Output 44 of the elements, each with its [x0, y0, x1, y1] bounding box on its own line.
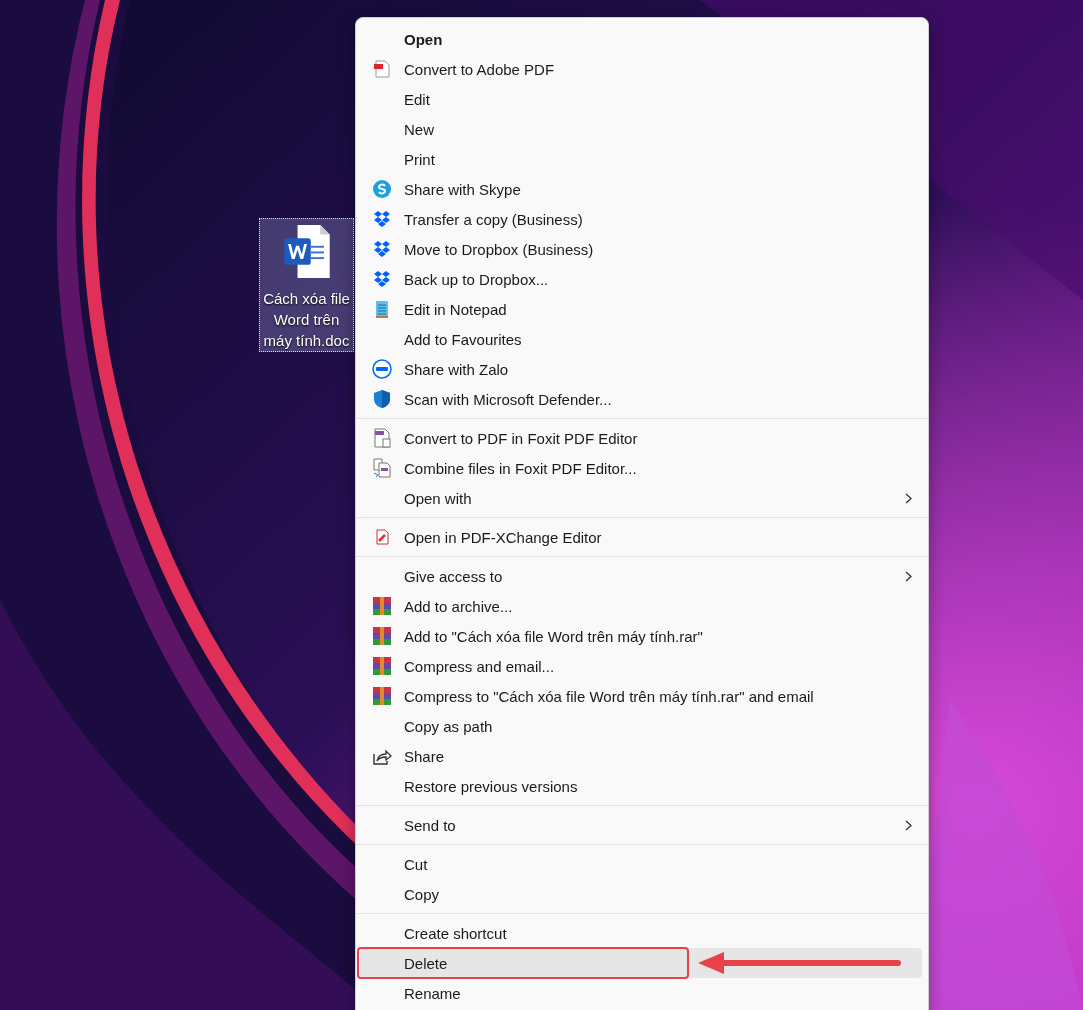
chat-logo-icon — [372, 359, 392, 379]
shield-icon — [372, 389, 392, 409]
menu-item[interactable]: Open with — [360, 483, 922, 513]
document-icon — [372, 428, 392, 448]
menu-item[interactable]: Copy — [360, 879, 922, 909]
archive-icon — [372, 686, 392, 706]
menu-item[interactable]: Add to archive... — [360, 591, 922, 621]
pdf-document-icon — [372, 59, 392, 79]
menu-item[interactable]: Print — [360, 144, 922, 174]
menu-item[interactable]: Copy as path — [360, 711, 922, 741]
menu-item[interactable]: Edit in Notepad — [360, 294, 922, 324]
menu-item[interactable]: Scan with Microsoft Defender... — [360, 384, 922, 414]
menu-item[interactable]: Send to — [360, 810, 922, 840]
menu-item[interactable]: Convert to PDF in Foxit PDF Editor — [360, 423, 922, 453]
menu-item[interactable]: Restore previous versions — [360, 771, 922, 801]
menu-item[interactable]: Transfer a copy (Business) — [360, 204, 922, 234]
menu-item[interactable]: Open — [360, 24, 922, 54]
circle-logo-icon — [372, 179, 392, 199]
menu-item[interactable]: Compress to "Cách xóa file Word trên máy tính.rar" and email — [360, 681, 922, 711]
menu-item[interactable]: Edit — [360, 84, 922, 114]
menu-item[interactable]: New — [360, 114, 922, 144]
document-icon — [282, 225, 331, 278]
menu-item[interactable]: Create shortcut — [360, 918, 922, 948]
menu-item[interactable]: Compress and email... — [360, 651, 922, 681]
menu-item[interactable]: Rename — [360, 978, 922, 1008]
menu-item[interactable]: Share with Zalo — [360, 354, 922, 384]
menu-item[interactable]: Give access to — [360, 561, 922, 591]
menu-item[interactable]: Open in PDF-XChange Editor — [360, 522, 922, 552]
archive-icon — [372, 596, 392, 616]
menu-item[interactable]: Cut — [360, 849, 922, 879]
documents-icon — [372, 458, 392, 478]
menu-item[interactable]: Add to "Cách xóa file Word trên máy tính.rar" — [360, 621, 922, 651]
menu-item[interactable]: Share with Skype — [360, 174, 922, 204]
menu-item[interactable]: Convert to Adobe PDF — [360, 54, 922, 84]
archive-icon — [372, 626, 392, 646]
menu-item[interactable]: Add to Favourites — [360, 324, 922, 354]
desktop-file[interactable]: Cách xóa file Word trên máy tính.doc — [259, 218, 354, 352]
menu-item[interactable]: Move to Dropbox (Business) — [360, 234, 922, 264]
file-name: Cách xóa file Word trên máy tính.doc — [263, 289, 350, 351]
menu-item[interactable]: Back up to Dropbox... — [360, 264, 922, 294]
archive-icon — [372, 656, 392, 676]
menu-item[interactable]: Delete — [360, 948, 922, 978]
menu-item[interactable]: Share — [360, 741, 922, 771]
menu-item[interactable]: Combine files in Foxit PDF Editor... — [360, 453, 922, 483]
